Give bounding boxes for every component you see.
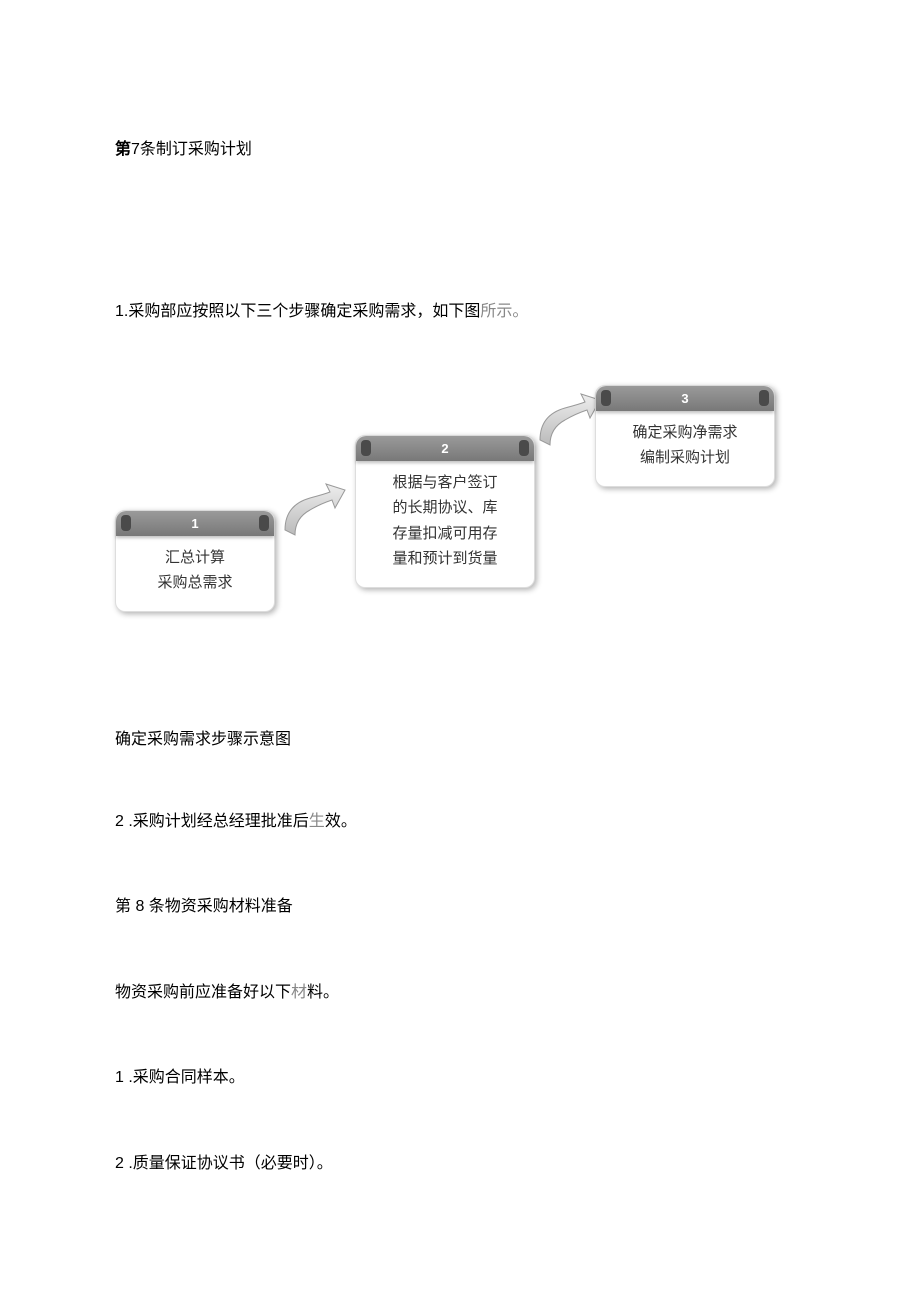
step-box-2: 2 根据与客户签订 的长期协议、库 存量扣减可用存 量和预计到货量 [355,435,535,588]
notch-icon [519,440,529,456]
step-3-line1: 确定采购净需求 [610,421,760,447]
step-2-line4: 量和预计到货量 [370,547,520,573]
list-item-1: 1 .采购合同样本。 [115,1065,805,1091]
step-3-header: 3 [596,386,774,411]
steps-diagram: 1 汇总计算 采购总需求 2 根据与客户签订 的长期协议、库 存量扣减可用存 量… [115,385,805,665]
article-prefix: 第 [115,141,131,158]
article-7-heading: 第7条制订采购计划 [115,135,805,159]
step-2-number: 2 [441,441,448,456]
step-2-line1: 根据与客户签订 [370,471,520,497]
step-2-body: 根据与客户签订 的长期协议、库 存量扣减可用存 量和预计到货量 [356,461,534,587]
prep-paragraph: 物资采购前应准备好以下材料。 [115,980,805,1006]
article-number: 7 [131,141,140,158]
step-1-line2: 采购总需求 [130,571,260,597]
step-1-line1: 汇总计算 [130,546,260,572]
step-box-1: 1 汇总计算 采购总需求 [115,510,275,612]
diagram-caption: 确定采购需求步骤示意图 [115,725,805,749]
step-3-number: 3 [681,391,688,406]
step-2-line2: 的长期协议、库 [370,496,520,522]
step-2-header: 2 [356,436,534,461]
notch-icon [121,515,131,531]
step-1-body: 汇总计算 采购总需求 [116,536,274,611]
step-1-number: 1 [191,516,198,531]
item-2-approval: 2 .采购计划经总经理批准后生效。 [115,809,805,835]
document-page: 第7条制订采购计划 1.采购部应按照以下三个步骤确定采购需求，如下图所示。 [0,0,920,1297]
prep-gray: 材 [291,984,307,1001]
item2-black1: 2 .采购计划经总经理批准后 [115,813,309,830]
notch-icon [759,390,769,406]
step-box-3: 3 确定采购净需求 编制采购计划 [595,385,775,487]
item2-black2: 效。 [325,813,357,830]
step-2-line3: 存量扣减可用存 [370,522,520,548]
arrow-1-to-2 [280,480,350,540]
intro-text-black: 1.采购部应按照以下三个步骤确定采购需求，如下图 [115,303,480,320]
list-item-2: 2 .质量保证协议书（必要时）。 [115,1151,805,1177]
step-1-header: 1 [116,511,274,536]
article-8-heading: 第 8 条物资采购材料准备 [115,894,805,920]
step-3-body: 确定采购净需求 编制采购计划 [596,411,774,486]
notch-icon [259,515,269,531]
intro-paragraph: 1.采购部应按照以下三个步骤确定采购需求，如下图所示。 [115,299,805,325]
notch-icon [601,390,611,406]
article-suffix: 条制订采购计划 [140,141,252,158]
item2-gray: 生 [309,813,325,830]
notch-icon [361,440,371,456]
prep-black2: 料。 [307,984,339,1001]
step-3-line2: 编制采购计划 [610,446,760,472]
intro-text-gray: 所示。 [480,303,528,320]
prep-black1: 物资采购前应准备好以下 [115,984,291,1001]
